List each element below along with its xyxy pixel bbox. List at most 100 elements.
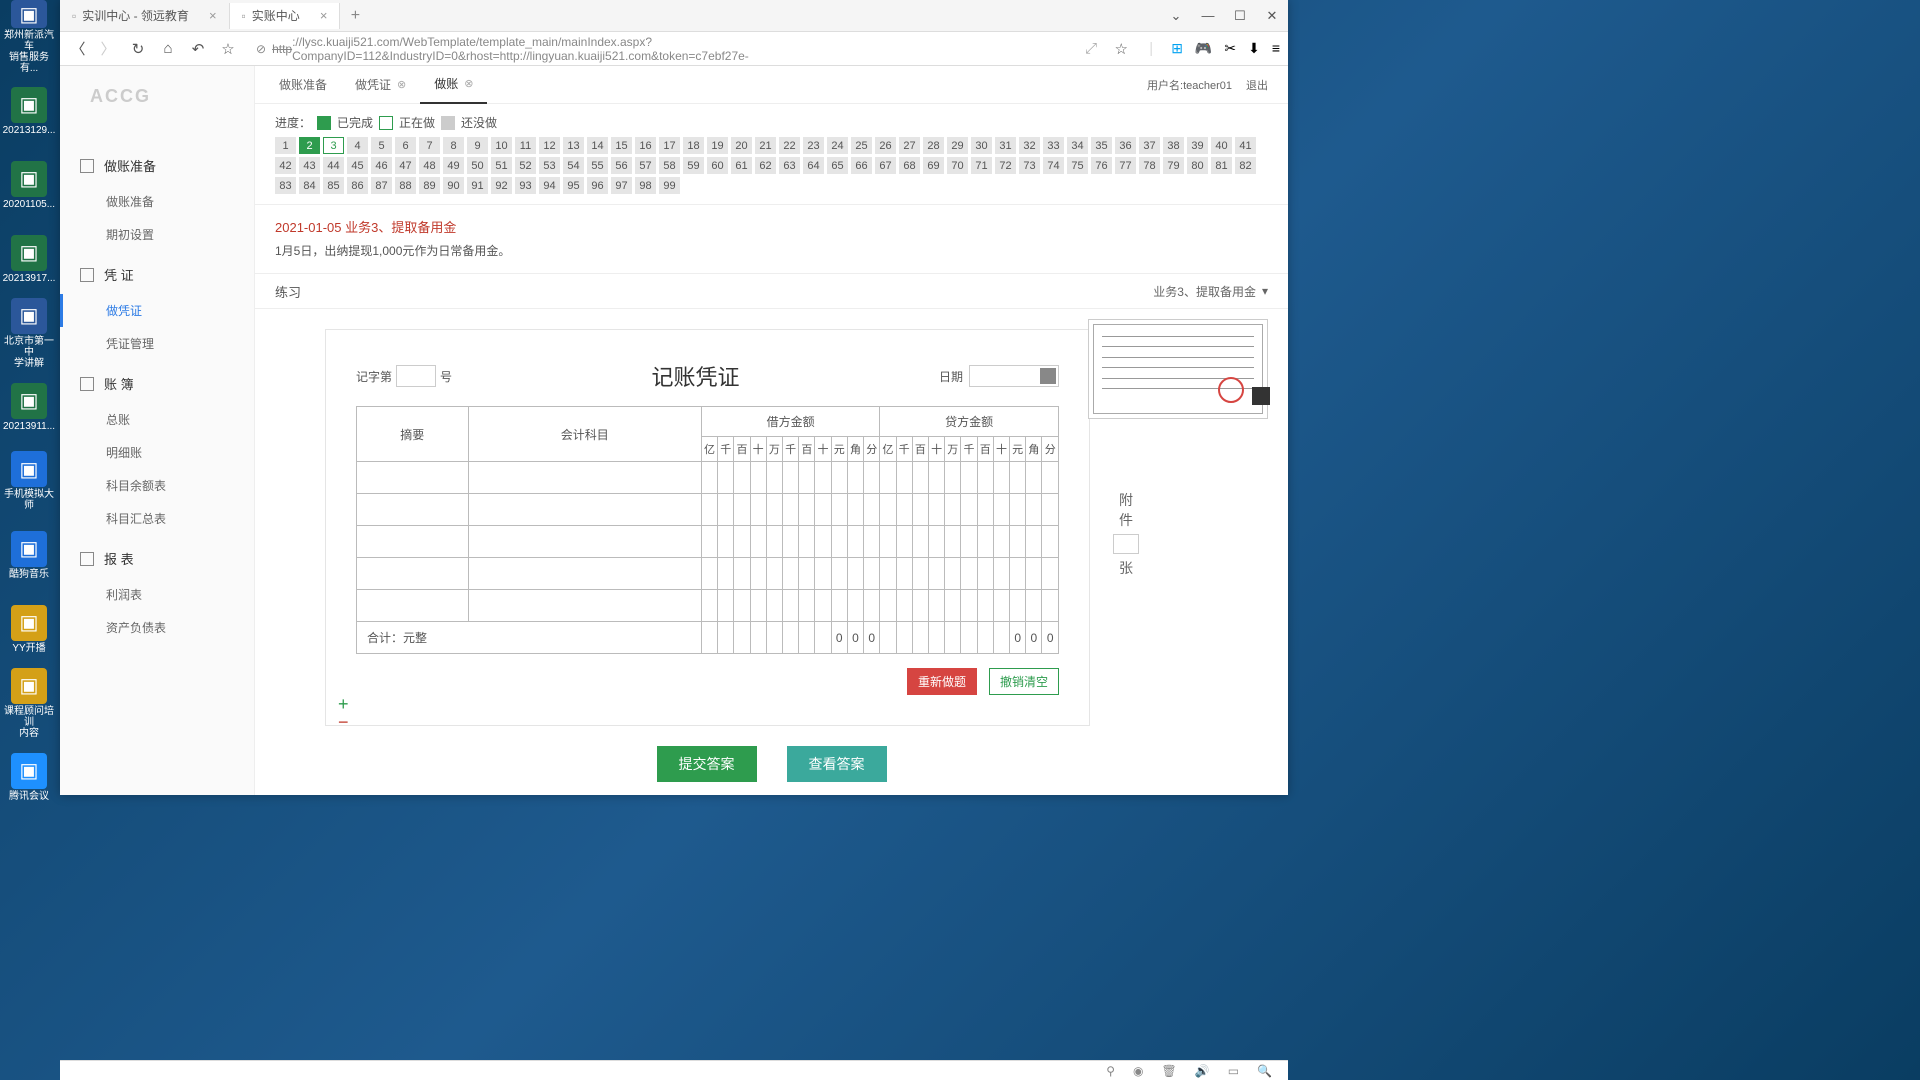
window-maximize-icon[interactable]: ☐ [1224, 0, 1256, 32]
star-icon[interactable]: ☆ [218, 39, 238, 59]
progress-cell[interactable]: 80 [1187, 157, 1208, 174]
progress-cell[interactable]: 27 [899, 137, 920, 154]
progress-cell[interactable]: 69 [923, 157, 944, 174]
progress-cell[interactable]: 14 [587, 137, 608, 154]
progress-cell[interactable]: 70 [947, 157, 968, 174]
progress-cell[interactable]: 36 [1115, 137, 1136, 154]
progress-cell[interactable]: 60 [707, 157, 728, 174]
progress-cell[interactable]: 20 [731, 137, 752, 154]
progress-cell[interactable]: 99 [659, 177, 680, 194]
progress-cell[interactable]: 54 [563, 157, 584, 174]
progress-cell[interactable]: 78 [1139, 157, 1160, 174]
progress-cell[interactable]: 32 [1019, 137, 1040, 154]
desktop-shortcut[interactable]: ▣YY开播 [0, 592, 58, 666]
progress-cell[interactable]: 44 [323, 157, 344, 174]
progress-cell[interactable]: 79 [1163, 157, 1184, 174]
progress-cell[interactable]: 72 [995, 157, 1016, 174]
progress-cell[interactable]: 33 [1043, 137, 1064, 154]
progress-cell[interactable]: 65 [827, 157, 848, 174]
voucher-row[interactable] [357, 526, 1059, 558]
progress-cell[interactable]: 25 [851, 137, 872, 154]
progress-cell[interactable]: 47 [395, 157, 416, 174]
desktop-shortcut[interactable]: ▣腾讯会议 [0, 740, 58, 814]
progress-cell[interactable]: 17 [659, 137, 680, 154]
progress-cell[interactable]: 35 [1091, 137, 1112, 154]
menu-group-head[interactable]: 报 表 [60, 539, 254, 578]
progress-cell[interactable]: 61 [731, 157, 752, 174]
attachment-thumbnail[interactable] [1088, 319, 1268, 419]
menu-group-head[interactable]: 做账准备 [60, 146, 254, 185]
tray-icon[interactable]: 🗑 [1162, 1064, 1177, 1078]
progress-cell[interactable]: 84 [299, 177, 320, 194]
menu-item[interactable]: 利润表 [60, 578, 254, 611]
progress-cell[interactable]: 75 [1067, 157, 1088, 174]
new-tab-button[interactable]: + [340, 7, 370, 25]
progress-cell[interactable]: 46 [371, 157, 392, 174]
close-icon[interactable]: ⊗ [464, 77, 473, 90]
desktop-shortcut[interactable]: ▣郑州新派汽车销售服务有... [0, 0, 58, 74]
browser-tab[interactable]: ▫实训中心 - 领远教育× [60, 3, 230, 29]
remove-row-button[interactable]: − [338, 713, 349, 731]
desktop-shortcut[interactable]: ▣酷狗音乐 [0, 518, 58, 592]
progress-cell[interactable]: 39 [1187, 137, 1208, 154]
progress-cell[interactable]: 74 [1043, 157, 1064, 174]
progress-cell[interactable]: 91 [467, 177, 488, 194]
progress-cell[interactable]: 63 [779, 157, 800, 174]
progress-cell[interactable]: 23 [803, 137, 824, 154]
task-dropdown[interactable]: 业务3、提取备用金▾ [1153, 283, 1268, 300]
progress-cell[interactable]: 19 [707, 137, 728, 154]
progress-cell[interactable]: 15 [611, 137, 632, 154]
desktop-shortcut[interactable]: ▣20213917... [0, 222, 58, 296]
progress-cell[interactable]: 96 [587, 177, 608, 194]
progress-cell[interactable]: 86 [347, 177, 368, 194]
nav-back-icon[interactable]: 〈 [68, 39, 88, 59]
date-input[interactable] [969, 365, 1059, 387]
nav-forward-icon[interactable]: 〉 [98, 39, 118, 59]
progress-cell[interactable]: 10 [491, 137, 512, 154]
progress-cell[interactable]: 57 [635, 157, 656, 174]
progress-cell[interactable]: 82 [1235, 157, 1256, 174]
menu-item[interactable]: 做凭证 [60, 294, 254, 327]
progress-cell[interactable]: 9 [467, 137, 488, 154]
desktop-shortcut[interactable]: ▣20201105... [0, 148, 58, 222]
logout-link[interactable]: 退出 [1246, 77, 1268, 93]
progress-cell[interactable]: 67 [875, 157, 896, 174]
progress-cell[interactable]: 81 [1211, 157, 1232, 174]
progress-cell[interactable]: 85 [323, 177, 344, 194]
progress-cell[interactable]: 64 [803, 157, 824, 174]
menu-item[interactable]: 科目汇总表 [60, 502, 254, 535]
tray-icon[interactable]: ▭ [1228, 1064, 1239, 1078]
progress-cell[interactable]: 55 [587, 157, 608, 174]
progress-cell[interactable]: 50 [467, 157, 488, 174]
progress-cell[interactable]: 76 [1091, 157, 1112, 174]
browser-tab[interactable]: ▫实账中心× [230, 3, 341, 29]
progress-cell[interactable]: 21 [755, 137, 776, 154]
progress-cell[interactable]: 30 [971, 137, 992, 154]
progress-cell[interactable]: 94 [539, 177, 560, 194]
content-tab[interactable]: 做凭证⊗ [341, 66, 420, 104]
window-close-icon[interactable]: ✕ [1256, 0, 1288, 32]
progress-cell[interactable]: 73 [1019, 157, 1040, 174]
progress-cell[interactable]: 16 [635, 137, 656, 154]
progress-cell[interactable]: 90 [443, 177, 464, 194]
close-icon[interactable]: × [320, 8, 328, 23]
undo-button[interactable]: 撤销清空 [989, 668, 1059, 695]
view-answer-button[interactable]: 查看答案 [787, 746, 887, 782]
progress-cell[interactable]: 93 [515, 177, 536, 194]
progress-cell[interactable]: 6 [395, 137, 416, 154]
desktop-shortcut[interactable]: ▣20213129... [0, 74, 58, 148]
voucher-row[interactable] [357, 462, 1059, 494]
progress-cell[interactable]: 5 [371, 137, 392, 154]
attach-count-input[interactable] [1113, 534, 1139, 554]
progress-cell[interactable]: 53 [539, 157, 560, 174]
progress-cell[interactable]: 8 [443, 137, 464, 154]
progress-cell[interactable]: 37 [1139, 137, 1160, 154]
progress-cell[interactable]: 1 [275, 137, 296, 154]
progress-cell[interactable]: 92 [491, 177, 512, 194]
progress-cell[interactable]: 56 [611, 157, 632, 174]
menu-group-head[interactable]: 账 簿 [60, 364, 254, 403]
progress-cell[interactable]: 59 [683, 157, 704, 174]
content-tab[interactable]: 做账准备 [265, 66, 341, 104]
add-row-button[interactable]: + [338, 695, 349, 713]
progress-cell[interactable]: 22 [779, 137, 800, 154]
